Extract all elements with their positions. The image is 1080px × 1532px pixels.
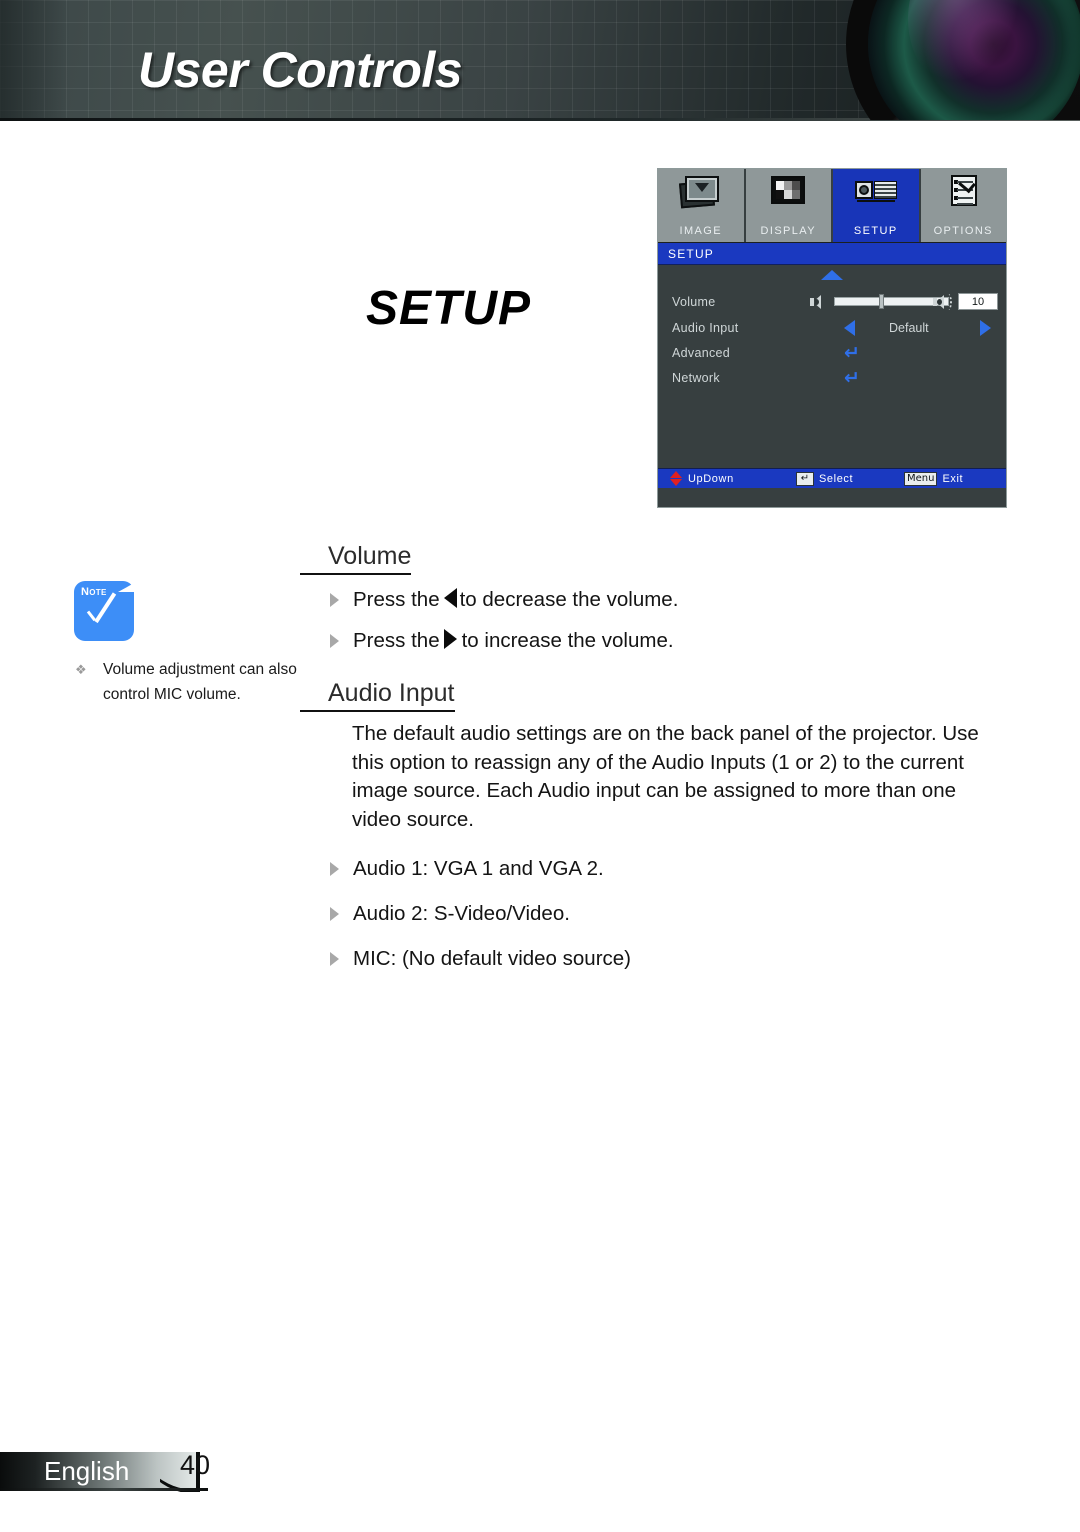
section-label: SETUP: [366, 282, 532, 335]
osd-row-label: Advanced: [672, 346, 730, 360]
volume-value: 10: [958, 293, 998, 310]
page-number: 40: [180, 1450, 211, 1480]
osd-footer-exit[interactable]: Menu Exit: [904, 471, 964, 486]
osd-tab-label: IMAGE: [679, 225, 722, 237]
footer-language-label: English: [44, 1456, 130, 1486]
osd-footer-label: UpDown: [688, 472, 734, 485]
bullet-triangle-icon: [330, 634, 339, 648]
note-badge-tail: [118, 572, 154, 592]
bullet-audio-2: Audio 2: S-Video/Video.: [330, 901, 950, 927]
heading-audio-input: Audio Input: [300, 679, 455, 712]
display-icon: [765, 173, 811, 211]
osd-footer-label: Select: [819, 472, 854, 485]
osd-tab-options[interactable]: OPTIONS: [920, 169, 1006, 242]
osd-footer-select[interactable]: ↵ Select: [796, 471, 854, 486]
osd-tab-setup[interactable]: SETUP: [833, 169, 921, 242]
volume-slider-track[interactable]: [834, 297, 949, 306]
enter-key-icon: ↵: [796, 471, 814, 486]
bullet-text: Audio 1: VGA 1 and VGA 2.: [353, 857, 604, 880]
page-header: User Controls: [0, 0, 1080, 120]
enter-arrow-icon[interactable]: ↵: [844, 369, 860, 388]
scroll-up-arrow-icon[interactable]: [821, 270, 843, 280]
osd-tab-bar: IMAGE DISPLAY SETUP OPTIONS: [658, 169, 1006, 243]
up-down-arrows-icon: [670, 471, 683, 486]
header-left-fade: [0, 0, 70, 120]
bullet-text: Audio 2: S-Video/Video.: [353, 902, 570, 925]
bullet-text: MIC: (No default video source): [353, 947, 632, 970]
note-text: Volume adjustment can also control MIC v…: [103, 661, 297, 703]
note-bullet-glyph: ❖: [75, 662, 87, 677]
menu-key-icon: Menu: [904, 471, 938, 486]
right-triangle-icon: [443, 629, 457, 649]
left-triangle-icon: [443, 588, 457, 608]
speaker-high-icon: [933, 294, 952, 310]
options-checklist-icon: [940, 173, 986, 211]
arrow-right-icon[interactable]: [980, 320, 991, 336]
osd-row-label: Volume: [672, 295, 716, 309]
osd-tab-label: OPTIONS: [933, 225, 993, 237]
note-check-icon: [87, 596, 111, 630]
osd-titlebar-text: SETUP: [668, 246, 715, 261]
osd-tab-label: SETUP: [853, 225, 898, 237]
osd-footer-label: Exit: [942, 472, 964, 485]
osd-tab-display[interactable]: DISPLAY: [745, 169, 833, 242]
image-icon: [678, 173, 724, 211]
bullet-text: Press the to increase the volume.: [353, 628, 674, 654]
note-text-block: ❖ Volume adjustment can also control MIC…: [75, 657, 307, 707]
osd-row-network[interactable]: Network ↵: [658, 366, 1006, 390]
enter-arrow-icon[interactable]: ↵: [844, 344, 860, 363]
arrow-left-icon[interactable]: [844, 320, 855, 336]
bullet-volume-increase: Press the to increase the volume.: [330, 628, 950, 654]
audio-input-paragraph: The default audio settings are on the ba…: [352, 722, 979, 831]
footer-underline: [0, 1488, 208, 1491]
bullet-text: Press the to decrease the volume.: [353, 587, 678, 613]
speaker-low-icon: [810, 295, 822, 309]
osd-row-audio-input[interactable]: Audio Input Default: [658, 316, 1006, 340]
bullet-triangle-icon: [330, 593, 339, 607]
bullet-triangle-icon: [330, 952, 339, 966]
osd-row-label: Network: [672, 371, 720, 385]
osd-menu-screenshot: IMAGE DISPLAY SETUP OPTIONS SETUP Volume…: [657, 168, 1007, 508]
audio-input-value: Default: [889, 321, 929, 335]
osd-row-volume[interactable]: Volume 10: [658, 290, 1006, 314]
page-title: User Controls: [138, 42, 463, 98]
bullet-text-after: to decrease the volume.: [459, 588, 679, 611]
osd-row-label: Audio Input: [672, 321, 739, 335]
osd-footer-updown[interactable]: UpDown: [670, 471, 734, 486]
volume-slider-knob[interactable]: [879, 294, 884, 309]
osd-tab-image[interactable]: IMAGE: [658, 169, 746, 242]
camera-lens-icon: [846, 0, 1080, 120]
bullet-audio-mic: MIC: (No default video source): [330, 946, 950, 972]
osd-menu-body: Volume 10 Audio Input Default Advanced ↵…: [658, 265, 1006, 488]
osd-tab-label: DISPLAY: [760, 225, 816, 237]
bullet-triangle-icon: [330, 907, 339, 921]
heading-volume: Volume: [300, 542, 412, 575]
bullet-text-before: Press the: [353, 629, 440, 652]
osd-row-advanced[interactable]: Advanced ↵: [658, 341, 1006, 365]
bullet-audio-1: Audio 1: VGA 1 and VGA 2.: [330, 856, 950, 882]
bullet-text-after: to increase the volume.: [461, 629, 674, 652]
osd-titlebar: SETUP: [658, 243, 1006, 265]
bullet-text-before: Press the: [353, 588, 440, 611]
bullet-triangle-icon: [330, 862, 339, 876]
osd-footer-bar: UpDown ↵ Select Menu Exit: [658, 468, 1006, 488]
projector-icon: [853, 173, 899, 211]
bullet-volume-decrease: Press the to decrease the volume.: [330, 587, 950, 613]
